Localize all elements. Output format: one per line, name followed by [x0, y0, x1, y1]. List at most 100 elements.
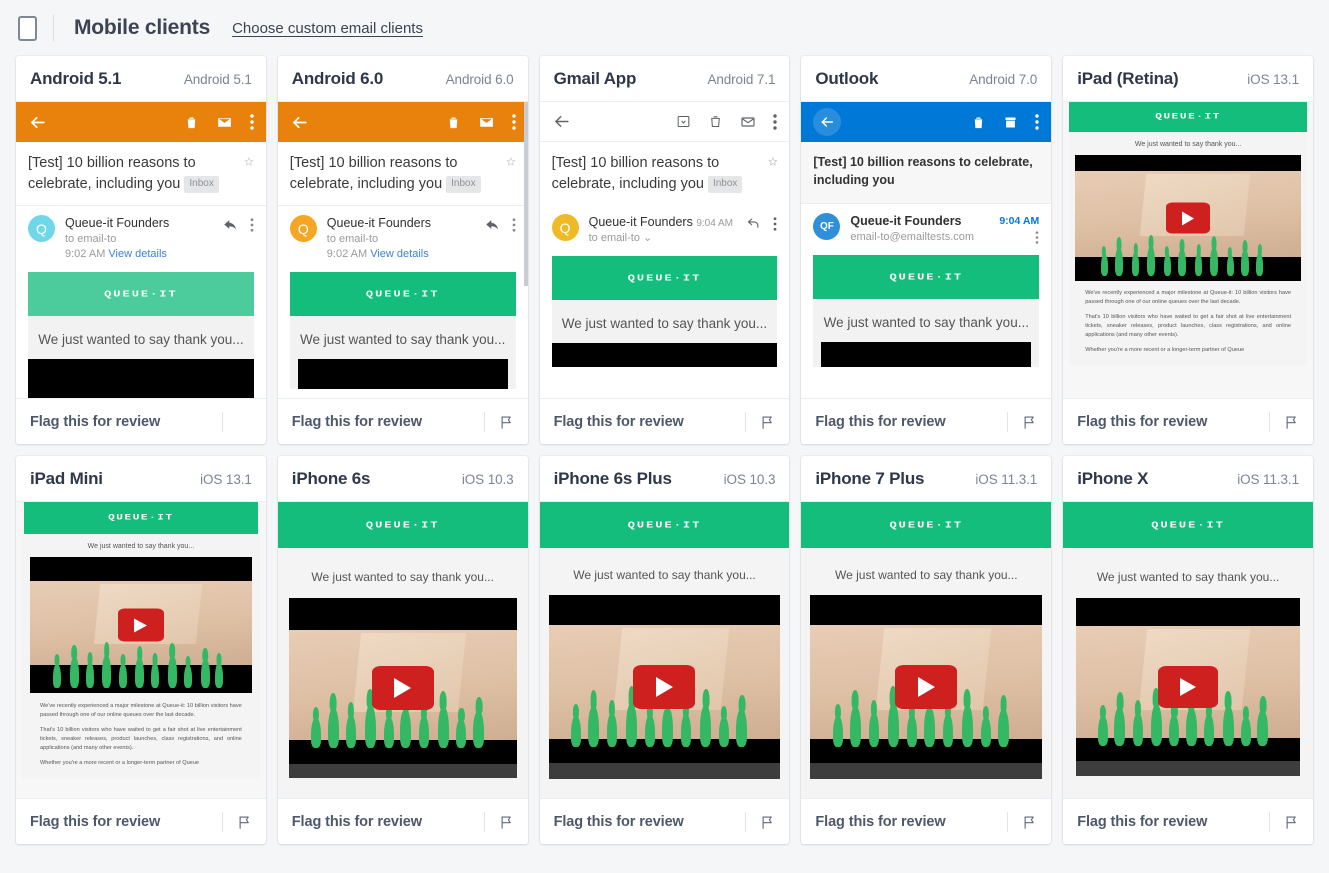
email-preview[interactable]: [Test] 10 billion reasons to celebrate, …: [801, 102, 1052, 398]
thank-you-text: We just wanted to say thank you...: [823, 314, 1029, 330]
email-time: 9:04 AM: [999, 215, 1040, 227]
preview-scrollbar[interactable]: [523, 102, 528, 286]
brand-banner: QUEUE·IT: [801, 502, 1052, 548]
recipient[interactable]: to email-to ⌄: [589, 231, 737, 246]
delete-icon[interactable]: [708, 114, 723, 129]
mail-toolbar: [801, 102, 1052, 142]
client-card-android-60[interactable]: Android 6.0 Android 6.0 [Test] 10 billio…: [277, 56, 528, 444]
recipient: to email-to: [65, 232, 117, 245]
video-thumbnail[interactable]: [1075, 155, 1301, 281]
delete-icon[interactable]: [184, 115, 199, 130]
view-details-link[interactable]: View details: [370, 248, 429, 260]
flag-icon[interactable]: [760, 814, 775, 830]
video-thumbnail[interactable]: [551, 342, 778, 367]
back-button[interactable]: [28, 113, 47, 132]
client-card-android-51[interactable]: Android 5.1 Android 5.1 [Test] 10 billio…: [16, 56, 266, 444]
client-card-outlook[interactable]: Outlook Android 7.0 [Test] 10 billion re…: [801, 56, 1052, 444]
back-button[interactable]: [290, 113, 309, 132]
overflow-menu-icon[interactable]: [773, 113, 778, 130]
email-preview[interactable]: QUEUE·IT We just wanted to say thank you…: [16, 502, 266, 798]
client-grid-row-2: iPad Mini iOS 13.1 QUEUE·IT We just want…: [0, 456, 1329, 844]
client-card-iphone-6s-plus[interactable]: iPhone 6s Plus iOS 10.3 QUEUE·IT We just…: [539, 456, 790, 844]
avatar: Q: [289, 215, 317, 243]
archive-icon[interactable]: [676, 114, 691, 129]
card-title: iPhone 6s Plus: [553, 469, 672, 488]
body-paragraph-1: We've recently experienced a major miles…: [1085, 290, 1291, 305]
play-button-icon[interactable]: [633, 665, 696, 709]
email-time: 9:02 AM: [65, 247, 106, 260]
client-card-iphone-6s[interactable]: iPhone 6s iOS 10.3 QUEUE·IT We just want…: [277, 456, 528, 844]
video-thumbnail[interactable]: [28, 358, 254, 398]
flag-icon[interactable]: [1022, 814, 1037, 830]
video-thumbnail[interactable]: [30, 557, 252, 693]
overflow-menu-icon[interactable]: [250, 217, 254, 232]
email-content: QUEUE·IT We just wanted to say thank you…: [278, 271, 528, 389]
video-thumbnail[interactable]: [548, 595, 781, 779]
email-content: QUEUE·IT We just wanted to say thank you…: [1069, 102, 1307, 366]
play-button-icon[interactable]: [895, 665, 958, 709]
reply-icon[interactable]: [223, 217, 238, 232]
email-preview[interactable]: QUEUE·IT We just wanted to say thank you…: [801, 502, 1052, 798]
queue-it-logo: QUEUE·IT: [365, 519, 440, 531]
play-button-icon[interactable]: [1158, 666, 1219, 708]
overflow-menu-icon[interactable]: [512, 217, 516, 232]
mail-icon[interactable]: [740, 114, 756, 130]
back-button[interactable]: [552, 112, 571, 131]
email-preview[interactable]: [Test] 10 billion reasons to celebrate, …: [277, 102, 528, 398]
email-content: QUEUE·IT We just wanted to say thank you…: [16, 271, 266, 398]
archive-icon[interactable]: [1003, 115, 1018, 130]
overflow-menu-icon[interactable]: [1035, 231, 1039, 244]
flag-icon[interactable]: [1284, 814, 1299, 830]
client-card-iphone-x[interactable]: iPhone X iOS 11.3.1 QUEUE·IT We just wan…: [1063, 456, 1313, 844]
flag-label: Flag this for review: [815, 413, 946, 430]
overflow-menu-icon[interactable]: [250, 114, 254, 130]
email-content: QUEUE·IT We just wanted to say thank you…: [539, 502, 790, 779]
overflow-menu-icon[interactable]: [773, 216, 777, 231]
star-icon[interactable]: [506, 153, 516, 170]
flag-icon[interactable]: [237, 414, 252, 430]
sender-row: Q Queue-it Founders 9:04 AM to email-to …: [540, 205, 790, 256]
card-version: Android 5.1: [183, 72, 252, 87]
email-preview[interactable]: [Test] 10 billion reasons to celebrate, …: [16, 102, 266, 398]
flag-icon[interactable]: [499, 414, 514, 430]
back-arrow-icon: [31, 116, 45, 128]
flag-icon[interactable]: [1022, 414, 1037, 430]
email-preview[interactable]: [Test] 10 billion reasons to celebrate, …: [539, 102, 790, 398]
email-preview[interactable]: QUEUE·IT We just wanted to say thank you…: [1063, 102, 1313, 398]
video-thumbnail[interactable]: [821, 341, 1032, 367]
reply-icon[interactable]: [746, 216, 761, 231]
email-preview[interactable]: QUEUE·IT We just wanted to say thank you…: [539, 502, 790, 798]
video-thumbnail[interactable]: [1076, 598, 1300, 776]
view-details-link[interactable]: View details: [108, 248, 167, 260]
flag-label: Flag this for review: [553, 813, 684, 830]
email-preview[interactable]: QUEUE·IT We just wanted to say thank you…: [277, 502, 528, 798]
video-thumbnail[interactable]: [297, 358, 508, 389]
overflow-menu-icon[interactable]: [1035, 114, 1039, 130]
star-icon[interactable]: [767, 153, 778, 170]
play-button-icon[interactable]: [1166, 202, 1211, 234]
client-card-iphone-7-plus[interactable]: iPhone 7 Plus iOS 11.3.1 QUEUE·IT We jus…: [801, 456, 1052, 844]
delete-icon[interactable]: [971, 115, 986, 130]
thank-you-text: We just wanted to say thank you...: [311, 570, 494, 584]
overflow-menu-icon[interactable]: [511, 114, 516, 130]
flag-icon[interactable]: [237, 814, 252, 830]
reply-icon[interactable]: [485, 217, 500, 232]
video-thumbnail[interactable]: [810, 595, 1043, 779]
card-header: Android 6.0 Android 6.0: [277, 56, 528, 102]
mail-icon[interactable]: [478, 114, 495, 131]
star-icon[interactable]: [244, 153, 254, 170]
email-preview[interactable]: QUEUE·IT We just wanted to say thank you…: [1063, 502, 1313, 798]
choose-custom-email-clients-link[interactable]: Choose custom email clients: [232, 20, 423, 37]
video-thumbnail[interactable]: [288, 598, 517, 778]
play-button-icon[interactable]: [117, 608, 164, 642]
delete-icon[interactable]: [446, 115, 461, 130]
play-button-icon[interactable]: [371, 666, 434, 710]
mail-icon[interactable]: [216, 114, 233, 131]
back-button[interactable]: [813, 108, 842, 136]
client-card-ipad-retina[interactable]: iPad (Retina) iOS 13.1 QUEUE·IT We just …: [1063, 56, 1313, 444]
client-card-ipad-mini[interactable]: iPad Mini iOS 13.1 QUEUE·IT We just want…: [16, 456, 266, 844]
flag-icon[interactable]: [760, 414, 775, 430]
flag-icon[interactable]: [1284, 414, 1299, 430]
flag-icon[interactable]: [499, 814, 514, 830]
client-card-gmail-app[interactable]: Gmail App Android 7.1 [Test] 10 billion …: [539, 56, 790, 444]
